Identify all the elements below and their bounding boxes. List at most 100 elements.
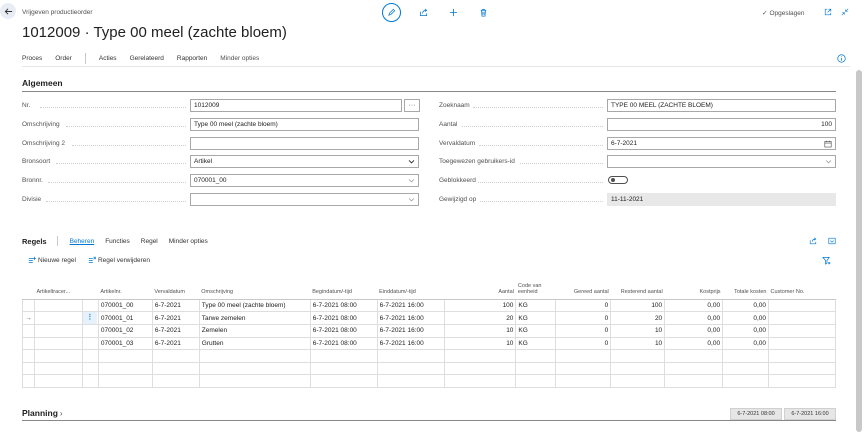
action-gerelateerd[interactable]: Gerelateerd — [130, 55, 164, 62]
add-button[interactable] — [445, 5, 461, 21]
cell-artikeltracering[interactable] — [33, 298, 83, 313]
tab-regel[interactable]: Regel — [141, 238, 158, 245]
page-scrollbar[interactable] — [856, 70, 862, 432]
cell-begindatum[interactable]: 6-7-2021 08:00 — [309, 298, 378, 313]
calendar-icon[interactable] — [824, 140, 832, 148]
lines-expand-button[interactable] — [827, 236, 837, 246]
cell-omschrijving[interactable]: Tarwe zemelen — [198, 311, 311, 326]
col-omschrijving[interactable]: Omschrijving — [199, 279, 311, 300]
col-totale-kosten[interactable]: Totale kosten — [722, 279, 769, 300]
cell-resterend[interactable]: 10 — [610, 324, 666, 338]
cell-aantal[interactable]: 10 — [443, 324, 517, 338]
cell-gereed[interactable]: 0 — [555, 298, 612, 313]
cell-aantal[interactable]: 20 — [443, 311, 517, 326]
col-resterend-aantal[interactable]: Resterend aantal — [610, 279, 665, 300]
col-customer-no[interactable]: Customer No. — [768, 279, 836, 300]
open-new-window-button[interactable] — [822, 6, 834, 18]
col-aantal[interactable]: Aantal — [444, 279, 516, 300]
col-artikelnr[interactable]: Artikelnr. — [98, 279, 153, 300]
tab-functies[interactable]: Functies — [105, 238, 130, 245]
action-acties[interactable]: Acties — [99, 55, 117, 62]
lines-share-button[interactable] — [808, 236, 818, 246]
cell-totale-kosten[interactable]: 0,00 — [722, 324, 769, 338]
filter-icon[interactable] — [822, 256, 831, 265]
cell-eenheid[interactable]: KG — [515, 336, 557, 351]
cell-kostprijs[interactable]: 0,00 — [664, 336, 724, 351]
delete-line-button[interactable]: Regel verwijderen — [88, 256, 150, 264]
table-row[interactable]: 070001_00 6-7-2021 Type 00 meel (zachte … — [22, 298, 837, 313]
cell-einddatum[interactable]: 6-7-2021 16:00 — [376, 311, 445, 326]
cell-artikelnr[interactable]: 070001_00 — [97, 298, 153, 313]
cell-artikelnr[interactable]: 070001_01 — [97, 311, 153, 326]
section-title-planning[interactable]: Planning › — [22, 408, 63, 418]
empty-row[interactable] — [22, 349, 837, 363]
cell-totale-kosten[interactable]: 0,00 — [722, 298, 769, 313]
action-proces[interactable]: Proces — [22, 55, 42, 62]
cell-vervaldatum[interactable]: 6-7-2021 — [151, 311, 200, 326]
action-minder-opties[interactable]: Minder opties — [220, 55, 259, 62]
share-button[interactable] — [415, 5, 431, 21]
action-order[interactable]: Order — [55, 55, 72, 62]
omschrijving-2-field[interactable] — [190, 137, 419, 150]
col-begindatum[interactable]: Begindatum/-tijd — [310, 279, 378, 300]
tab-minder-opties[interactable]: Minder opties — [169, 238, 208, 245]
cell-artikelnr[interactable]: 070001_02 — [97, 324, 153, 338]
cell-gereed[interactable]: 0 — [555, 324, 612, 338]
cell-aantal[interactable]: 10 — [443, 336, 517, 351]
cell-kostprijs[interactable]: 0,00 — [664, 311, 724, 326]
tab-beheren[interactable]: Beheren — [70, 238, 95, 245]
info-icon[interactable] — [837, 54, 846, 63]
cell-totale-kosten[interactable]: 0,00 — [722, 336, 769, 351]
new-line-button[interactable]: Nieuwe regel — [28, 256, 76, 264]
bronnr-field[interactable]: 070001_00 — [190, 174, 419, 187]
geblokkeerd-toggle[interactable] — [608, 176, 628, 184]
cell-omschrijving[interactable]: Type 00 meel (zachte bloem) — [198, 298, 311, 313]
cell-einddatum[interactable]: 6-7-2021 16:00 — [376, 298, 445, 313]
cell-vervaldatum[interactable]: 6-7-2021 — [151, 324, 200, 338]
action-rapporten[interactable]: Rapporten — [177, 55, 207, 62]
bronsoort-select[interactable]: Artikel — [190, 155, 419, 168]
cell-einddatum[interactable]: 6-7-2021 16:00 — [376, 336, 445, 351]
cell-artikeltracering[interactable] — [33, 324, 83, 338]
empty-row[interactable] — [22, 374, 837, 389]
col-kostprijs[interactable]: Kostprijs — [664, 279, 723, 300]
cell-omschrijving[interactable]: Zemelen — [198, 324, 311, 338]
cell-customer-no[interactable] — [767, 336, 837, 351]
vervaldatum-field[interactable]: 6-7-2021 — [607, 137, 836, 150]
aantal-field[interactable]: 100 — [607, 118, 836, 131]
cell-vervaldatum[interactable]: 6-7-2021 — [151, 298, 200, 313]
cell-artikeltracering[interactable] — [33, 336, 83, 351]
edit-button[interactable] — [382, 3, 401, 22]
nr-field[interactable]: 1012009 — [190, 99, 402, 112]
delete-button[interactable] — [475, 5, 491, 21]
table-row-selected[interactable]: → ⋮ 070001_01 6-7-2021 Tarwe zemelen 6-7… — [22, 311, 837, 326]
row-menu-icon[interactable]: ⋮ — [82, 312, 97, 325]
cell-resterend[interactable]: 100 — [610, 298, 666, 313]
cell-gereed[interactable]: 0 — [555, 336, 612, 351]
cell-kostprijs[interactable]: 0,00 — [664, 298, 724, 313]
cell-einddatum[interactable]: 6-7-2021 16:00 — [376, 324, 445, 338]
table-row[interactable]: 070001_03 6-7-2021 Grutten 6-7-2021 08:0… — [22, 336, 837, 351]
empty-row[interactable] — [22, 361, 837, 376]
cell-begindatum[interactable]: 6-7-2021 08:00 — [309, 324, 378, 338]
zoeknaam-field[interactable]: TYPE 00 MEEL (ZACHTE BLOEM) — [607, 99, 836, 112]
toegewezen-gebruikers-id-field[interactable] — [607, 155, 836, 168]
cell-artikeltracering[interactable] — [33, 311, 83, 326]
cell-eenheid[interactable]: KG — [515, 324, 557, 338]
table-row[interactable]: 070001_02 6-7-2021 Zemelen 6-7-2021 08:0… — [22, 324, 837, 338]
omschrijving-field[interactable]: Type 00 meel (zachte bloem) — [190, 118, 419, 131]
cell-totale-kosten[interactable]: 0,00 — [722, 311, 769, 326]
back-button[interactable] — [0, 3, 16, 19]
cell-artikelnr[interactable]: 070001_03 — [97, 336, 153, 351]
col-gereed-aantal[interactable]: Gereed aantal — [555, 279, 611, 300]
cell-begindatum[interactable]: 6-7-2021 08:00 — [309, 311, 378, 326]
cell-begindatum[interactable]: 6-7-2021 08:00 — [309, 336, 378, 351]
cell-customer-no[interactable] — [767, 324, 837, 338]
divisie-field[interactable] — [190, 193, 419, 206]
cell-eenheid[interactable]: KG — [515, 311, 557, 326]
cell-eenheid[interactable]: KG — [515, 298, 557, 313]
cell-omschrijving[interactable]: Grutten — [198, 336, 311, 351]
cell-customer-no[interactable] — [767, 311, 837, 326]
col-code-van-eenheid[interactable]: Code van eenheid — [515, 279, 556, 300]
cell-aantal[interactable]: 100 — [443, 298, 517, 313]
